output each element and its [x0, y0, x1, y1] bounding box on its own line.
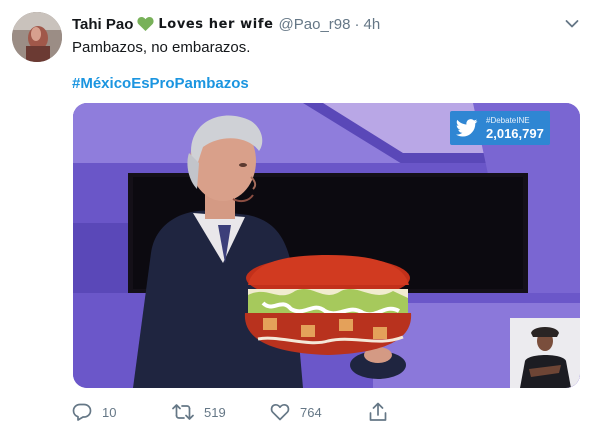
media-illustration [73, 103, 580, 388]
retweet-count: 519 [204, 404, 226, 420]
badge-count: 2,016,797 [486, 126, 544, 141]
twitter-counter-badge: #DebateINE 2,016,797 [450, 111, 550, 145]
retweet-button[interactable]: 519 [172, 400, 226, 424]
separator-dot: · [354, 15, 360, 33]
tweet-header: Tahi Pao Loves her wife @Pao_r98 · 4h [72, 13, 568, 35]
twitter-bird-icon [456, 119, 478, 137]
hashtag-link[interactable]: #MéxicoEsProPambazos [72, 74, 249, 94]
user-handle[interactable]: @Pao_r98 [279, 16, 351, 33]
like-count: 764 [300, 404, 322, 420]
share-button[interactable] [368, 400, 398, 424]
retweet-icon [172, 403, 204, 421]
tweet-actions: 10 519 764 [72, 400, 392, 424]
reply-button[interactable]: 10 [72, 400, 116, 424]
green-heart-icon [137, 16, 154, 32]
timestamp[interactable]: 4h [363, 16, 380, 33]
tweet-image[interactable]: #DebateINE 2,016,797 [73, 103, 580, 388]
avatar[interactable] [12, 12, 62, 62]
badge-hashtag: #DebateINE [486, 116, 530, 125]
reply-icon [72, 403, 102, 421]
share-icon [368, 402, 398, 422]
tweet-text: Pambazos, no embarazos. [72, 39, 251, 56]
like-icon [270, 403, 300, 421]
display-name-suffix[interactable]: Loves her wife [158, 17, 273, 32]
like-button[interactable]: 764 [270, 400, 322, 424]
tweet[interactable]: Tahi Pao Loves her wife @Pao_r98 · 4h Pa… [0, 0, 598, 428]
display-name[interactable]: Tahi Pao [72, 16, 133, 33]
caret-down-icon[interactable] [565, 16, 579, 28]
reply-count: 10 [102, 404, 117, 420]
